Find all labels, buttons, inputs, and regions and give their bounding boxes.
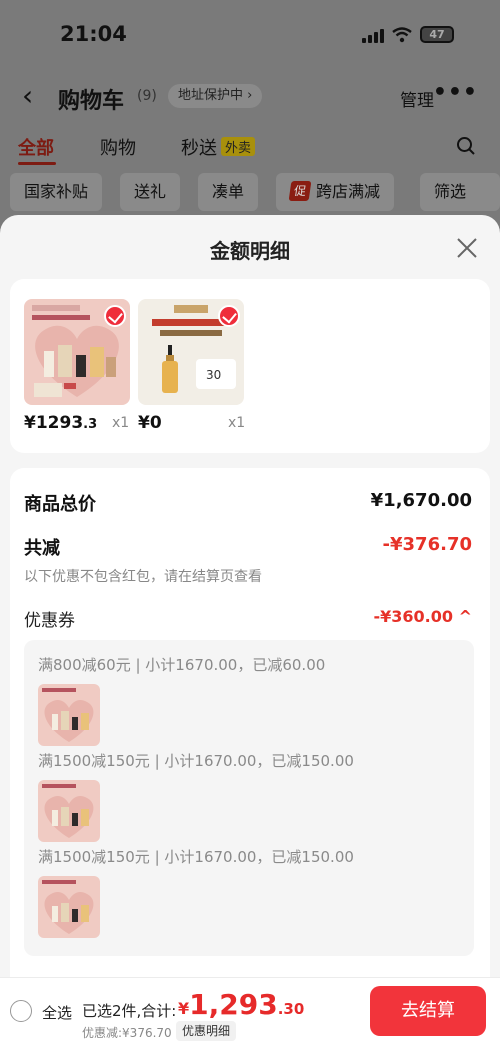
close-icon[interactable]: [456, 237, 478, 259]
battery-level: 47: [429, 28, 445, 41]
coupon-label: 优惠券: [24, 611, 75, 631]
coupon-product-thumb-graphic: [38, 876, 100, 938]
selected-summary: 已选2件,合计:: [82, 1002, 177, 1020]
tab-all[interactable]: 全部: [18, 134, 54, 160]
signal-icon: [362, 27, 384, 43]
back-icon[interactable]: ‹: [22, 82, 33, 110]
product-price-main: ¥1293: [24, 413, 84, 433]
product-qty: x1: [112, 415, 130, 431]
total-integer: 1,293: [189, 988, 278, 1021]
chip-filter-label: 筛选: [434, 182, 467, 201]
total-price-label: 商品总价: [24, 494, 96, 515]
chip-combine-order[interactable]: 凑单: [198, 173, 259, 211]
filter-chips: 国家补贴 送礼 凑单 促跨店满减 筛选 ▽: [0, 173, 500, 239]
cart-tabs: 全部 购物 秒送 外卖: [0, 134, 500, 168]
status-time: 21:04: [60, 22, 127, 46]
address-protection-tag[interactable]: 地址保护中 ›: [168, 84, 263, 108]
product-image-serum[interactable]: 30: [138, 299, 244, 405]
background-page: 21:04 47 ‹ 购物车 (9) 地址保护中 › 管理 ••• 全部 购物 …: [0, 0, 500, 239]
search-icon[interactable]: [456, 136, 476, 156]
coupon-product-thumb-graphic: [38, 684, 100, 746]
manage-button[interactable]: 管理: [400, 86, 434, 111]
discount-note: 以下优惠不包含红包，请在结算页查看: [24, 569, 262, 585]
select-all-radio[interactable]: [10, 1000, 32, 1022]
page-title: 购物车: [58, 89, 125, 114]
status-bar: 21:04 47: [0, 22, 500, 52]
total-decimal: .30: [277, 1000, 305, 1018]
selected-check-icon: [218, 305, 240, 327]
waimai-badge: 外卖: [221, 137, 256, 156]
total-amount: ¥1,293.30: [178, 988, 304, 1021]
promo-badge: 促: [288, 181, 312, 201]
status-icons: 47: [362, 26, 454, 43]
chip-cross-store[interactable]: 促跨店满减: [276, 173, 395, 211]
coupon-detail-list: 满800减60元 | 小计1670.00，已减60.00 满1500减150元 …: [24, 640, 474, 956]
reduce-value: -¥376.70: [382, 534, 472, 555]
product-image-ysl[interactable]: [24, 299, 130, 405]
cart-count: (9): [137, 88, 157, 104]
active-tab-indicator: [18, 162, 56, 165]
chip-national-subsidy[interactable]: 国家补贴: [10, 173, 103, 211]
chip-filter[interactable]: 筛选 ▽: [420, 173, 500, 239]
reduce-label: 共减: [24, 538, 60, 559]
select-all-label[interactable]: 全选: [42, 1002, 72, 1023]
coupon-product-thumb: [38, 684, 100, 746]
discount-detail-button[interactable]: 优惠明细: [176, 1021, 237, 1041]
selected-check-icon: [104, 305, 126, 327]
sheet-title: 金额明细: [210, 239, 290, 263]
discount-summary: 优惠减:¥376.70: [82, 1026, 172, 1040]
coupon-product-thumb: [38, 780, 100, 842]
battery-icon: 47: [420, 26, 454, 43]
tab-shopping[interactable]: 购物: [100, 134, 136, 160]
coupon-value-toggle[interactable]: -¥360.00 ^: [374, 607, 473, 626]
product-price: ¥1293.3: [24, 413, 97, 433]
coupon-row-text: 满1500减150元 | 小计1670.00，已减150.00: [38, 752, 354, 770]
product-price-main: ¥0: [138, 413, 162, 433]
wifi-icon: [392, 26, 412, 42]
navbar: ‹ 购物车 (9) 地址保护中 › 管理 •••: [0, 80, 500, 114]
product-price: ¥0: [138, 413, 162, 433]
product-price-decimal: .3: [83, 417, 98, 432]
coupon-row-text: 满1500减150元 | 小计1670.00，已减150.00: [38, 848, 354, 866]
tab-express-label: 秒送: [181, 138, 217, 159]
tab-express[interactable]: 秒送 外卖: [181, 134, 256, 160]
svg-text:30: 30: [206, 368, 221, 382]
price-breakdown-card: 商品总价 ¥1,670.00 共减 -¥376.70 以下优惠不包含红包，请在结…: [10, 468, 490, 1045]
amount-detail-sheet: 金额明细 ¥1293.3 x1 30 ¥0 x1 商品总价 ¥1,670.00 …: [0, 215, 500, 1045]
more-icon[interactable]: •••: [433, 80, 478, 105]
checkout-button[interactable]: 去结算: [370, 986, 486, 1036]
product-qty: x1: [228, 415, 246, 431]
total-price-value: ¥1,670.00: [370, 490, 472, 511]
chip-gift[interactable]: 送礼: [120, 173, 181, 211]
coupon-product-thumb: [38, 876, 100, 938]
product-card: ¥1293.3 x1 30 ¥0 x1: [10, 279, 490, 453]
checkout-bar: 全选 已选2件,合计: ¥1,293.30 优惠减:¥376.70 优惠明细 去…: [0, 977, 500, 1045]
chip-cross-store-label: 跨店满减: [316, 182, 381, 201]
coupon-product-thumb-graphic: [38, 780, 100, 842]
coupon-row-text: 满800减60元 | 小计1670.00，已减60.00: [38, 656, 326, 674]
total-yen: ¥: [178, 999, 190, 1018]
